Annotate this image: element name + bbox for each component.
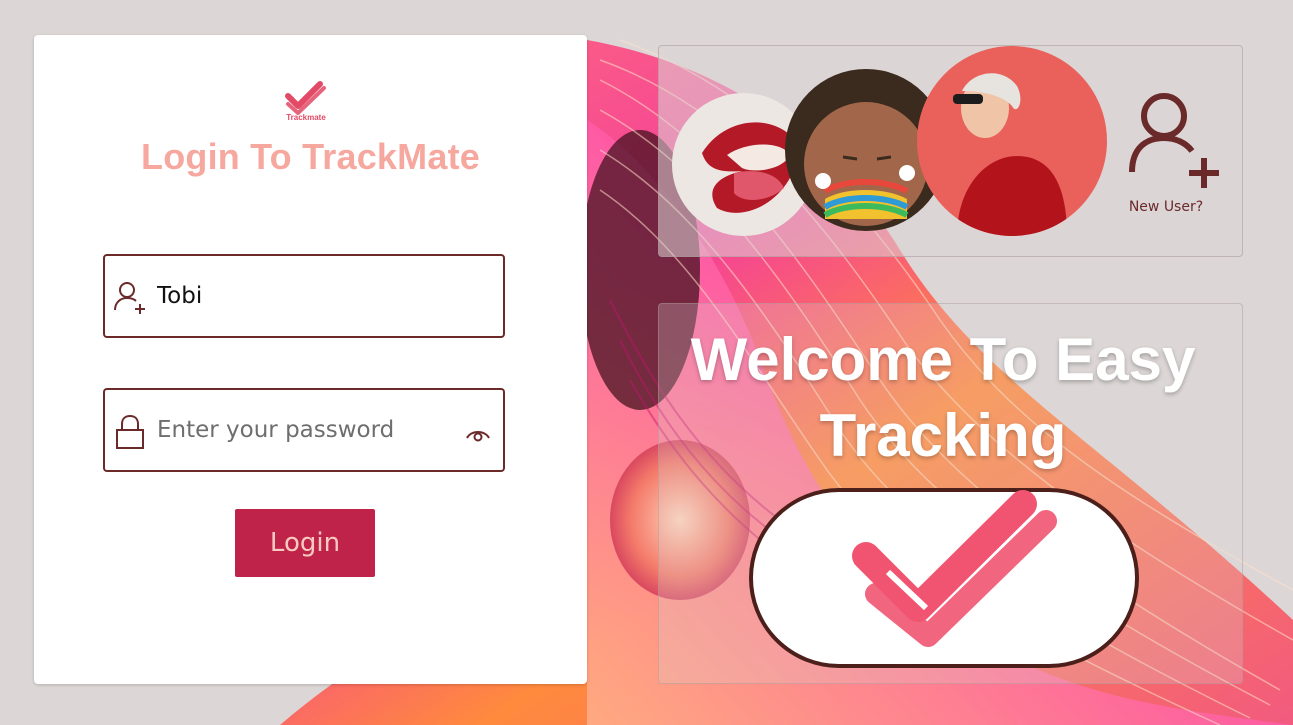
username-input[interactable] xyxy=(157,276,457,316)
user-plus-icon xyxy=(114,282,145,314)
lock-icon xyxy=(116,414,144,449)
eye-icon[interactable] xyxy=(465,426,491,442)
login-button[interactable]: Login xyxy=(235,509,375,577)
brand-badge xyxy=(749,488,1139,668)
welcome-heading: Welcome To Easy Tracking xyxy=(660,322,1226,474)
welcome-line-1: Welcome To Easy xyxy=(690,326,1196,393)
user-plus-icon[interactable] xyxy=(1122,90,1222,190)
login-card xyxy=(34,35,587,684)
welcome-line-2: Tracking xyxy=(819,402,1067,469)
new-user-link[interactable]: New User? xyxy=(1110,199,1222,215)
double-check-icon xyxy=(852,490,1057,647)
avatar-woman xyxy=(917,46,1107,236)
password-field[interactable] xyxy=(103,388,505,472)
username-field[interactable] xyxy=(103,254,505,338)
password-input[interactable] xyxy=(157,410,457,450)
page-title: Login To TrackMate xyxy=(141,136,480,177)
logo-caption: Trackmate xyxy=(286,113,326,122)
